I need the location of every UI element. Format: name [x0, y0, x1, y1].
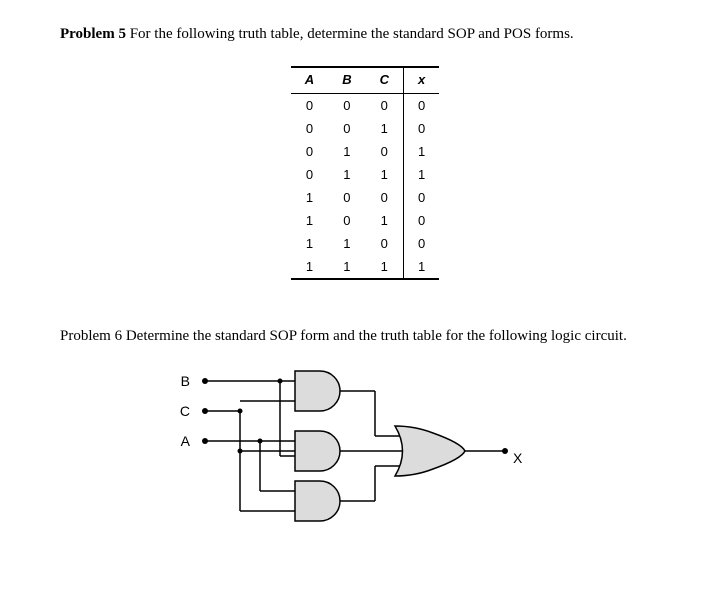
- problem5-label: Problem 5: [60, 26, 126, 42]
- table-cell: 0: [291, 94, 328, 118]
- junction-dot: [278, 378, 283, 383]
- table-cell: 1: [366, 117, 404, 140]
- input-label-A: A: [181, 433, 191, 449]
- table-cell: 1: [366, 209, 404, 232]
- terminal-X: [502, 448, 508, 454]
- or-gate: [395, 426, 465, 476]
- table-cell: 0: [403, 117, 439, 140]
- table-cell: 0: [366, 186, 404, 209]
- problem5-statement: Problem 5 For the following truth table,…: [60, 24, 670, 44]
- table-cell: 0: [328, 117, 365, 140]
- table-row: 0010: [291, 117, 439, 140]
- col-header-C: C: [366, 67, 404, 94]
- table-cell: 1: [328, 140, 365, 163]
- table-row: 1111: [291, 255, 439, 279]
- table-cell: 0: [403, 209, 439, 232]
- table-cell: 0: [366, 140, 404, 163]
- col-header-A: A: [291, 67, 328, 94]
- table-cell: 1: [366, 255, 404, 279]
- truth-table-body: 00000010010101111000101011001111: [291, 94, 439, 280]
- logic-circuit-container: B C A: [60, 361, 670, 531]
- table-cell: 0: [328, 186, 365, 209]
- table-cell: 1: [403, 140, 439, 163]
- problem6-label: Problem 6: [60, 328, 122, 344]
- table-cell: 1: [328, 232, 365, 255]
- problem6-text: Determine the standard SOP form and the …: [122, 328, 627, 344]
- table-cell: 1: [291, 186, 328, 209]
- input-label-B: B: [181, 373, 190, 389]
- table-cell: 0: [366, 232, 404, 255]
- table-row: 1100: [291, 232, 439, 255]
- table-cell: 0: [403, 232, 439, 255]
- col-header-B: B: [328, 67, 365, 94]
- table-cell: 0: [403, 94, 439, 118]
- problem5-text: For the following truth table, determine…: [126, 26, 574, 42]
- table-row: 1000: [291, 186, 439, 209]
- table-cell: 1: [291, 209, 328, 232]
- input-label-C: C: [180, 403, 190, 419]
- table-row: 0000: [291, 94, 439, 118]
- table-cell: 0: [328, 209, 365, 232]
- junction-dot: [238, 408, 243, 413]
- table-cell: 0: [291, 140, 328, 163]
- truth-table: A B C x 00000010010101111000101011001111: [291, 66, 439, 280]
- page: Problem 5 For the following truth table,…: [0, 0, 720, 541]
- and-gate-3: [295, 481, 340, 521]
- table-cell: 0: [366, 94, 404, 118]
- table-cell: 1: [366, 163, 404, 186]
- table-cell: 0: [403, 186, 439, 209]
- table-cell: 0: [328, 94, 365, 118]
- col-header-x: x: [403, 67, 439, 94]
- table-cell: 1: [403, 255, 439, 279]
- output-label-X: X: [513, 450, 523, 466]
- table-row: 0101: [291, 140, 439, 163]
- and-gate-2: [295, 431, 340, 471]
- table-cell: 1: [403, 163, 439, 186]
- truth-table-header-row: A B C x: [291, 67, 439, 94]
- truth-table-container: A B C x 00000010010101111000101011001111: [60, 66, 670, 280]
- and-gate-1: [295, 371, 340, 411]
- table-cell: 0: [291, 163, 328, 186]
- logic-circuit-diagram: B C A: [165, 361, 565, 531]
- table-row: 0111: [291, 163, 439, 186]
- table-row: 1010: [291, 209, 439, 232]
- problem6-statement: Problem 6 Determine the standard SOP for…: [60, 326, 670, 346]
- table-cell: 1: [291, 232, 328, 255]
- table-cell: 1: [328, 255, 365, 279]
- table-cell: 0: [291, 117, 328, 140]
- table-cell: 1: [291, 255, 328, 279]
- table-cell: 1: [328, 163, 365, 186]
